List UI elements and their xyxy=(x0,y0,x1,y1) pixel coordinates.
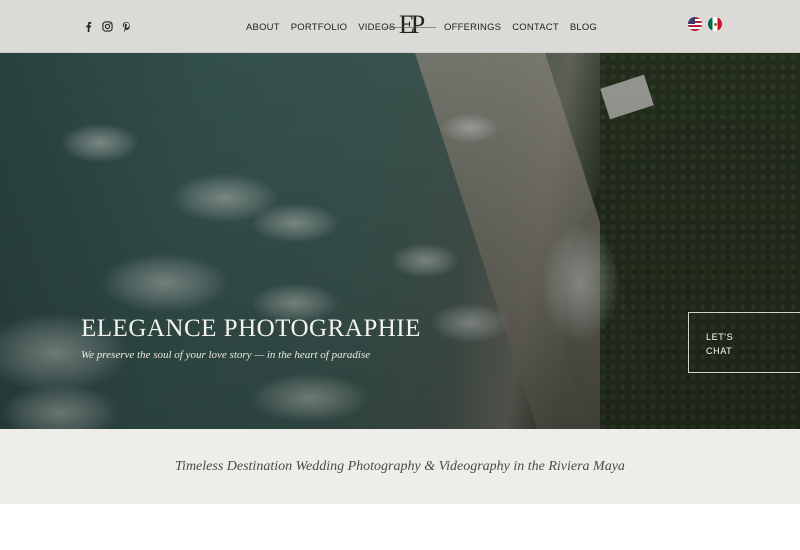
pinterest-icon[interactable] xyxy=(120,19,132,33)
instagram-icon[interactable] xyxy=(101,19,113,33)
tagline-text: Timeless Destination Wedding Photography… xyxy=(175,458,625,474)
nav-portfolio[interactable]: PORTFOLIO xyxy=(291,22,348,33)
logo[interactable]: EP xyxy=(384,10,436,44)
site-header: ABOUT PORTFOLIO VIDEOS EP OFFERINGS CONT… xyxy=(0,0,800,53)
us-flag-icon[interactable] xyxy=(688,17,702,31)
mexico-flag-icon[interactable] xyxy=(708,17,722,31)
nav-left: ABOUT PORTFOLIO VIDEOS xyxy=(246,22,395,33)
logo-monogram: EP xyxy=(398,10,425,39)
hero-section: ELEGANCE PHOTOGRAPHIE We preserve the so… xyxy=(0,53,800,429)
social-links xyxy=(82,19,132,33)
chat-label-line2: CHAT xyxy=(706,346,733,356)
logo-divider xyxy=(384,27,436,28)
nav-contact[interactable]: CONTACT xyxy=(512,22,559,33)
lets-chat-button[interactable]: LET'S CHAT xyxy=(688,312,800,373)
nav-right: OFFERINGS CONTACT BLOG xyxy=(444,22,597,33)
hero-subtitle: We preserve the soul of your love story … xyxy=(81,349,371,361)
nav-about[interactable]: ABOUT xyxy=(246,22,280,33)
tagline-band: Timeless Destination Wedding Photography… xyxy=(0,429,800,504)
chat-label-line1: LET'S xyxy=(706,332,734,342)
hero-overlay xyxy=(0,53,800,429)
nav-offerings[interactable]: OFFERINGS xyxy=(444,22,501,33)
nav-blog[interactable]: BLOG xyxy=(570,22,597,33)
facebook-icon[interactable] xyxy=(82,19,94,33)
language-switcher xyxy=(688,17,722,31)
hero-title: ELEGANCE PHOTOGRAPHIE xyxy=(81,315,421,342)
